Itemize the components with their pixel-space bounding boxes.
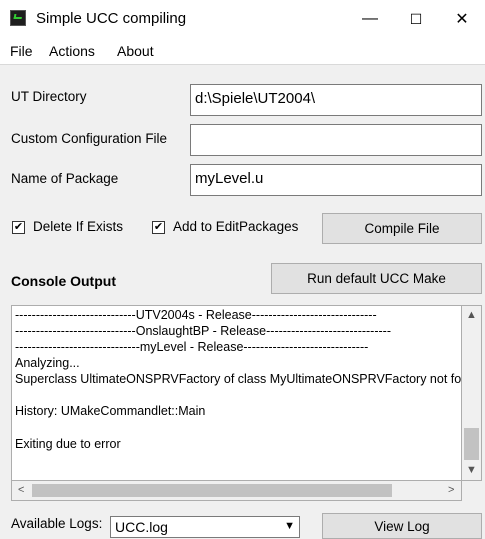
vertical-scroll-thumb[interactable] xyxy=(464,428,479,460)
chevron-down-icon[interactable]: ▼ xyxy=(284,520,295,532)
console-line: -----------------------------UTV2004s - … xyxy=(15,308,377,322)
package-name-label: Name of Package xyxy=(11,171,119,186)
console-line: History: UMakeCommandlet::Main xyxy=(15,404,206,418)
available-logs-select[interactable]: UCC.log ▼ xyxy=(110,516,300,538)
ut-directory-label: UT Directory xyxy=(11,89,87,104)
console-vertical-scrollbar[interactable]: ▲ ▼ xyxy=(462,305,482,481)
console-line: Analyzing... xyxy=(15,356,80,370)
app-icon xyxy=(10,10,26,26)
ut-directory-input[interactable]: d:\Spiele\UT2004\ xyxy=(190,84,482,116)
console-line: ------------------------------myLevel - … xyxy=(15,340,369,354)
compile-file-button[interactable]: Compile File xyxy=(322,213,482,244)
menu-bar: File Actions About xyxy=(0,38,485,65)
menu-file[interactable]: File xyxy=(10,43,33,59)
menu-about[interactable]: About xyxy=(117,43,154,59)
add-to-editpackages-checkbox[interactable]: ✔ xyxy=(152,221,165,234)
custom-config-label: Custom Configuration File xyxy=(11,131,168,146)
available-logs-value: UCC.log xyxy=(115,519,168,535)
run-default-ucc-make-button[interactable]: Run default UCC Make xyxy=(271,263,482,294)
console-line: -----------------------------OnslaughtBP… xyxy=(15,324,391,338)
scroll-down-icon[interactable]: ▼ xyxy=(466,464,477,476)
delete-if-exists-label: Delete If Exists xyxy=(33,219,124,234)
add-to-editpackages-label: Add to EditPackages xyxy=(173,219,299,234)
console-line: Superclass UltimateONSPRVFactory of clas… xyxy=(15,372,462,386)
menu-actions[interactable]: Actions xyxy=(49,43,95,59)
package-name-input[interactable]: myLevel.u xyxy=(190,164,482,196)
console-output[interactable]: -----------------------------UTV2004s - … xyxy=(11,305,462,481)
console-line: Exiting due to error xyxy=(15,437,121,451)
maximize-button[interactable]: ☐ xyxy=(393,0,439,38)
title-bar: Simple UCC compiling — ☐ ✕ xyxy=(0,0,485,39)
console-output-heading: Console Output xyxy=(11,273,116,289)
scroll-right-icon[interactable]: > xyxy=(448,484,454,496)
minimize-button[interactable]: — xyxy=(347,0,393,38)
view-log-button[interactable]: View Log xyxy=(322,513,482,539)
scroll-up-icon[interactable]: ▲ xyxy=(466,309,477,321)
horizontal-scroll-thumb[interactable] xyxy=(32,484,392,497)
console-horizontal-scrollbar[interactable]: < > xyxy=(11,481,462,501)
close-button[interactable]: ✕ xyxy=(439,0,485,38)
custom-config-input[interactable] xyxy=(190,124,482,156)
window-title: Simple UCC compiling xyxy=(36,10,187,27)
scroll-left-icon[interactable]: < xyxy=(18,484,24,496)
available-logs-label: Available Logs: xyxy=(11,516,103,531)
delete-if-exists-checkbox[interactable]: ✔ xyxy=(12,221,25,234)
